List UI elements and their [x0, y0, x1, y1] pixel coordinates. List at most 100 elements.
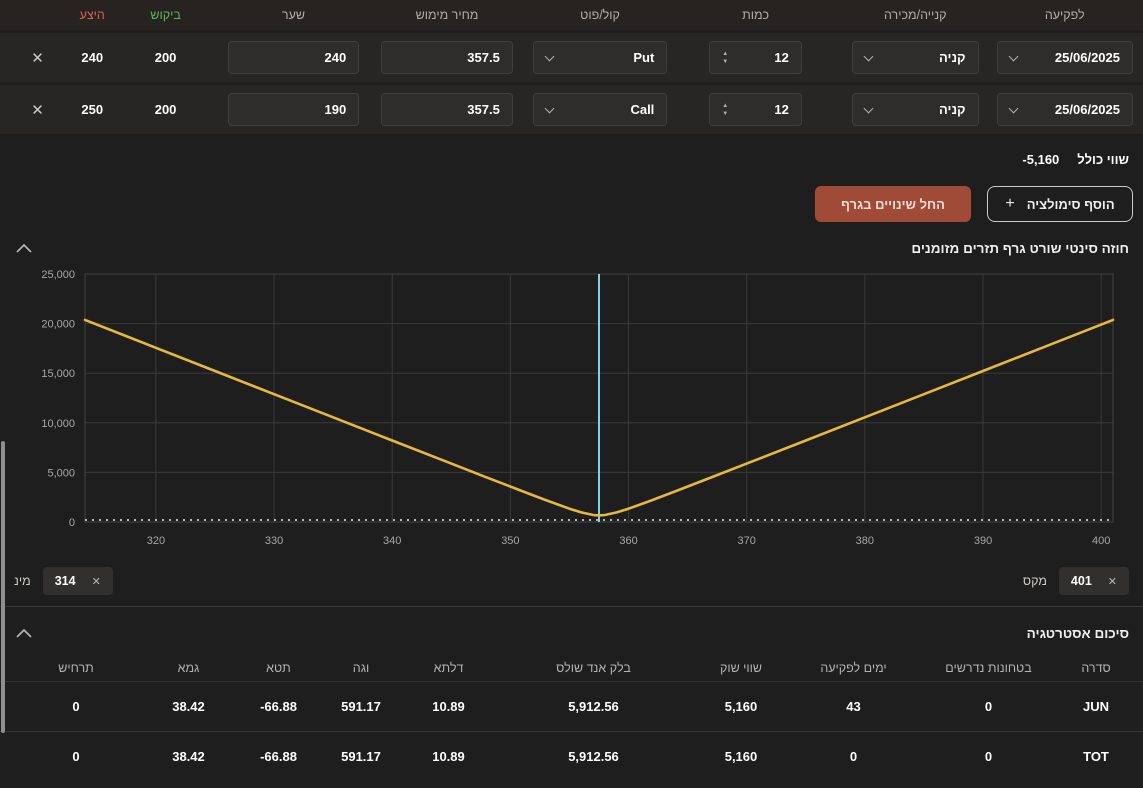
svg-text:360: 360 [619, 535, 637, 547]
buy-sell-value: קניה [939, 102, 966, 117]
svg-text:370: 370 [738, 535, 756, 547]
call-put-dropdown[interactable]: Call [532, 93, 668, 126]
black-scholes-cell: 5,912.56 [568, 699, 619, 714]
quantity-value: 12 [774, 50, 789, 65]
collapse-chart-button[interactable] [14, 239, 34, 258]
summary-header-vega: וגה [352, 661, 370, 675]
leg-row: 25/06/2025 קניה 12 ▲▼ Call 200 250 ✕ [0, 85, 1143, 134]
clear-min-icon[interactable]: ✕ [92, 575, 101, 588]
plus-icon: + [1005, 195, 1015, 212]
svg-text:0: 0 [69, 517, 75, 529]
header-expiry: לפקיעה [1044, 8, 1085, 22]
clear-max-icon[interactable]: ✕ [1108, 575, 1117, 588]
svg-text:20,000: 20,000 [41, 319, 75, 331]
max-range-chip[interactable]: 401 ✕ [1058, 567, 1129, 595]
call-put-value: Call [630, 102, 655, 117]
add-simulation-label: הוסף סימולציה [1026, 196, 1115, 212]
summary-header-black-scholes: בלק אנד שולס [556, 661, 631, 675]
chevron-up-icon [16, 243, 32, 253]
rate-input[interactable] [227, 41, 360, 74]
add-simulation-button[interactable]: הוסף סימולציה + [987, 186, 1133, 222]
call-put-value: Put [633, 50, 655, 65]
summary-header-series: סדרה [1081, 661, 1111, 675]
theta-cell: -66.88 [260, 699, 297, 714]
quantity-stepper[interactable]: 12 ▲ ▼ [709, 41, 802, 74]
chevron-down-icon [1008, 103, 1019, 114]
black-scholes-cell: 5,912.56 [568, 749, 619, 764]
buy-sell-dropdown[interactable]: קניה [851, 93, 979, 126]
actions-row: הוסף סימולציה + החל שינויים בגרף [0, 186, 1143, 222]
strike-input[interactable] [381, 93, 513, 126]
buy-sell-dropdown[interactable]: קניה [851, 41, 979, 74]
chevron-down-icon [544, 51, 555, 62]
legs-table-header: לפקיעה קנייה/מכירה כמות קול/פוט מחיר מימ… [0, 0, 1143, 30]
min-value: 314 [54, 574, 76, 588]
expiry-dropdown[interactable]: 25/06/2025 [996, 93, 1133, 126]
collateral-cell: 0 [984, 699, 993, 714]
delta-cell: 10.89 [432, 749, 465, 764]
chevron-down-icon [544, 103, 555, 114]
header-quantity: כמות [742, 8, 770, 22]
remove-leg-button[interactable]: ✕ [31, 101, 44, 119]
header-call-put: קול/פוט [580, 8, 620, 22]
svg-text:25,000: 25,000 [41, 269, 75, 281]
chevron-down-icon [863, 103, 874, 114]
summary-table-header: סדרה בטחונות נדרשים ימים לפקיעה שווי שוק… [0, 655, 1143, 681]
rate-input[interactable] [227, 93, 360, 126]
total-value-amount: -5,160 [1022, 151, 1060, 167]
section-divider [0, 606, 1143, 607]
min-range-group: מינ 314 ✕ [14, 567, 113, 595]
vertical-scrollbar[interactable] [1, 441, 5, 733]
header-rate: שער [281, 8, 305, 22]
expiry-value: 25/06/2025 [1054, 50, 1120, 65]
total-value-label: שווי כולל [1077, 151, 1129, 167]
chart-title: חוזה סינטי שורט גרף תזרים מזומנים [911, 240, 1129, 256]
market-value-cell: 5,160 [724, 699, 758, 714]
chart-section-header: חוזה סינטי שורט גרף תזרים מזומנים [0, 236, 1143, 260]
days-cell: 43 [846, 699, 861, 714]
svg-text:380: 380 [856, 535, 874, 547]
series-cell: TOT [1083, 749, 1109, 764]
vega-cell: 591.17 [341, 749, 381, 764]
chevron-down-icon [863, 51, 874, 62]
svg-text:15,000: 15,000 [41, 368, 75, 380]
min-range-chip[interactable]: 314 ✕ [42, 567, 113, 595]
header-buy-sell: קנייה/מכירה [883, 8, 947, 22]
svg-text:350: 350 [501, 535, 519, 547]
summary-header-gamma: גמא [177, 661, 200, 675]
stepper-arrows-icon[interactable]: ▲ ▼ [722, 51, 728, 65]
strike-input[interactable] [381, 41, 513, 74]
max-value: 401 [1070, 574, 1092, 588]
stepper-arrows-icon[interactable]: ▲ ▼ [722, 103, 728, 117]
leg-row: 25/06/2025 קניה 12 ▲▼ Put 200 240 ✕ [0, 33, 1143, 82]
ask-value: 240 [81, 50, 104, 65]
options-strategy-page: { "theme": { "accent_green": "#58b75c", … [0, 0, 1143, 788]
quantity-value: 12 [774, 102, 789, 117]
svg-text:330: 330 [265, 535, 283, 547]
scenario-cell: 0 [72, 699, 80, 714]
svg-text:5,000: 5,000 [47, 467, 75, 479]
summary-header-scenario: תרחיש [58, 661, 94, 675]
apply-changes-button[interactable]: החל שינויים בגרף [815, 186, 971, 222]
ask-value: 250 [81, 102, 104, 117]
chevron-down-icon [1008, 51, 1019, 62]
call-put-dropdown[interactable]: Put [532, 41, 668, 74]
expiry-dropdown[interactable]: 25/06/2025 [996, 41, 1133, 74]
summary-header-market-value: שווי שוק [719, 661, 763, 675]
delta-cell: 10.89 [432, 699, 465, 714]
svg-text:390: 390 [974, 535, 992, 547]
chevron-up-icon [16, 628, 32, 638]
summary-title: סיכום אסטרטגיה [1026, 625, 1129, 641]
quantity-stepper[interactable]: 12 ▲ ▼ [709, 93, 802, 126]
svg-text:320: 320 [147, 535, 165, 547]
remove-leg-button[interactable]: ✕ [31, 49, 44, 67]
svg-text:10,000: 10,000 [41, 418, 75, 430]
summary-section-header: סיכום אסטרטגיה [0, 621, 1143, 645]
series-cell: JUN [1082, 699, 1109, 714]
summary-header-days-to-expiry: ימים לפקיעה [820, 661, 887, 675]
summary-row-jun: JUN 0 43 5,160 5,912.56 10.89 591.17 -66… [0, 681, 1143, 731]
collateral-cell: 0 [984, 749, 993, 764]
min-label: מינ [14, 574, 31, 588]
svg-text:340: 340 [383, 535, 401, 547]
collapse-summary-button[interactable] [14, 624, 34, 643]
